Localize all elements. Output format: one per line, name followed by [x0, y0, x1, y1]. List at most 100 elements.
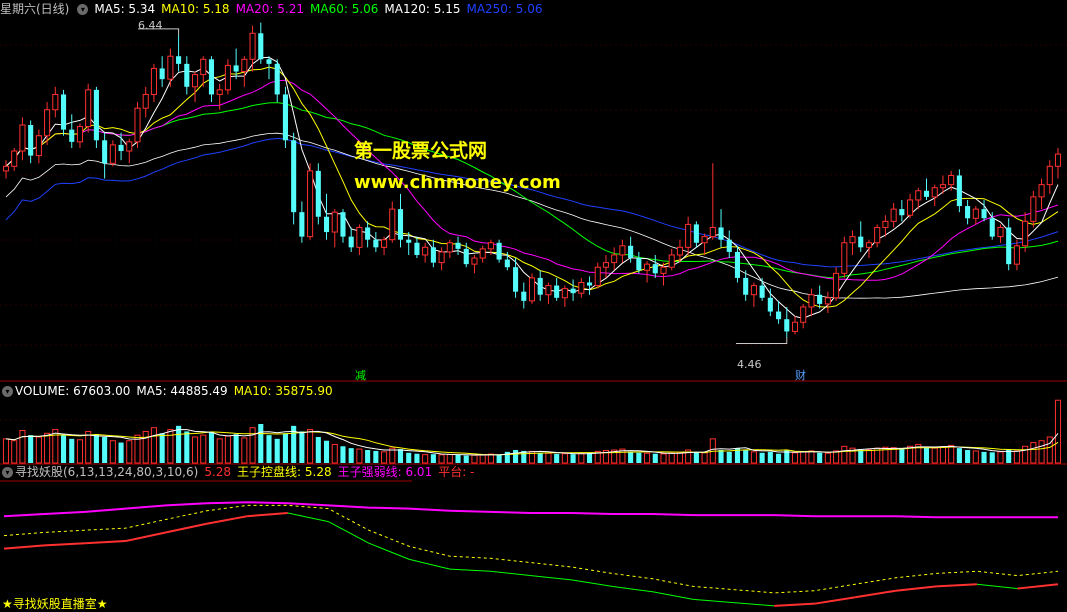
candle-body — [849, 236, 856, 244]
volume-value: VOLUME: 67603.00 — [15, 384, 131, 398]
wangzi-control-segment — [44, 542, 86, 547]
candle-body — [19, 124, 26, 152]
low-pointer — [736, 337, 788, 345]
volume-bar — [224, 435, 231, 464]
wangzi-control-segment — [652, 591, 694, 600]
candle-body — [69, 129, 75, 142]
candle-body — [791, 321, 799, 332]
candle-body — [479, 248, 486, 259]
volume-bar — [85, 430, 92, 464]
chevron-down-icon[interactable]: ▾ — [2, 467, 13, 478]
wangzi-control-segment — [206, 515, 248, 525]
volume-bar — [865, 449, 873, 464]
candle-body — [882, 220, 889, 228]
volume-bar — [1030, 442, 1037, 464]
volume-bar — [1022, 445, 1029, 464]
volume-bar — [479, 454, 486, 464]
wangzi-control-segment — [247, 511, 288, 518]
volume-bar — [726, 451, 732, 463]
volume-bar — [159, 433, 165, 463]
candle-body — [701, 236, 708, 244]
candle-body — [808, 294, 815, 308]
volume-bar — [2, 438, 10, 464]
volume-bar — [455, 455, 461, 463]
candle-body — [554, 285, 560, 298]
candle-body — [118, 144, 124, 152]
event-tag-reduce[interactable]: 减 — [353, 367, 368, 383]
candle-body — [981, 209, 987, 219]
candle-body — [184, 63, 190, 87]
volume-bar — [414, 453, 420, 463]
volume-bar — [216, 438, 223, 464]
candle-body — [291, 140, 297, 213]
candle-body — [191, 74, 199, 88]
candle-body — [28, 125, 34, 156]
indicator-value-1: 5.28 — [204, 465, 232, 479]
candle-body — [381, 239, 388, 248]
volume-bar — [841, 445, 848, 464]
chevron-down-icon[interactable]: ▾ — [2, 386, 13, 397]
candle-body — [373, 239, 379, 248]
candle-body — [102, 140, 108, 164]
wangzi-control-segment — [693, 598, 734, 604]
candle-body — [521, 291, 527, 301]
volume-bar — [191, 436, 199, 464]
ma-legend-item: MA5: 5.34 — [94, 2, 156, 16]
volume-bar — [430, 454, 436, 463]
volume-bar — [923, 447, 930, 463]
candle-body — [800, 306, 807, 323]
event-tag-finance[interactable]: 财 — [793, 367, 808, 383]
volume-bar — [438, 454, 445, 464]
volume-bar — [266, 435, 272, 463]
candle-body — [776, 311, 782, 320]
candle-body — [1054, 153, 1062, 167]
candle-body — [915, 190, 922, 201]
wangzi-control-segment — [571, 579, 613, 587]
candle-body — [734, 251, 741, 278]
volume-bar — [676, 451, 683, 464]
volume-bar — [200, 434, 207, 464]
volume-bar — [208, 432, 215, 463]
volume-bar — [69, 438, 75, 463]
chevron-down-icon[interactable]: ▾ — [77, 4, 89, 15]
chart-period-title[interactable]: 星期六(日线) — [0, 2, 69, 16]
volume-bar — [373, 450, 379, 463]
candle-body — [307, 170, 314, 238]
wangzi-control-segment — [287, 512, 329, 523]
volume-bar — [249, 427, 256, 464]
candle-body — [430, 247, 436, 263]
candle-body — [109, 144, 116, 164]
candle-body — [784, 319, 790, 332]
candle-body — [471, 257, 478, 265]
candle-body — [504, 259, 510, 268]
volume-bar — [776, 453, 782, 463]
volume-ma10: MA10: 35875.90 — [233, 384, 333, 398]
kline-chart[interactable] — [0, 0, 1067, 612]
candle-body — [570, 288, 576, 294]
candle-body — [709, 226, 716, 238]
volume-bar — [365, 450, 371, 463]
candle-body — [60, 94, 67, 130]
volume-bar — [307, 429, 314, 464]
volume-bar — [981, 451, 987, 463]
volume-bar — [60, 435, 67, 463]
candle-body — [496, 242, 502, 260]
wangzi-control-segment — [895, 585, 937, 592]
candle-body — [167, 55, 174, 80]
indicator-name[interactable]: 寻找妖股(6,13,13,24,80,3,10,6) — [15, 465, 198, 479]
volume-bar — [537, 452, 543, 463]
volume-bar — [660, 453, 667, 464]
wangzi-control-segment — [733, 602, 775, 607]
wangzi-control-segment — [855, 589, 897, 599]
volume-bar — [381, 451, 388, 464]
high-price-label: 6.44 — [138, 19, 163, 32]
volume-bar — [718, 450, 724, 463]
candle-body — [636, 258, 642, 271]
volume-bar — [340, 446, 346, 463]
candle-body — [76, 126, 84, 143]
wangzi-control-segment — [449, 568, 491, 572]
volume-bar — [1038, 440, 1045, 464]
candle-body — [249, 32, 256, 60]
candle-body — [1038, 184, 1045, 198]
candle-body — [200, 58, 207, 76]
